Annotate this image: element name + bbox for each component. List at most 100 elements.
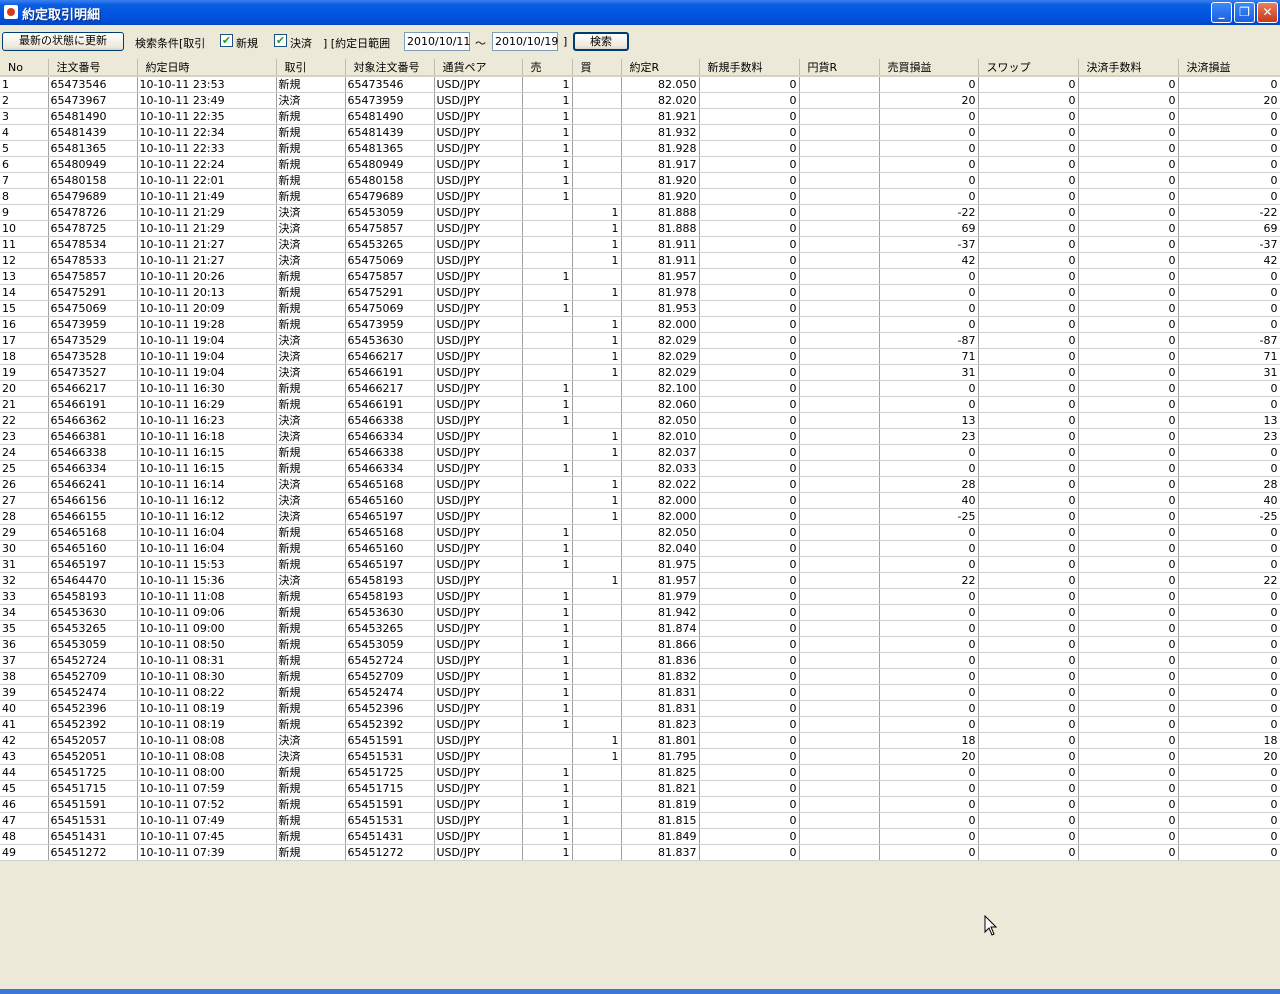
table-row[interactable]: 6 65480949 10-10-11 22:24 新規 65480949 USD/JPY…	[0, 156, 1280, 173]
column-header[interactable]: 売	[522, 59, 573, 77]
table-row[interactable]: 16 65473959 10-10-11 19:28 新規 65473959 USD/JP…	[0, 316, 1280, 333]
table-cell	[799, 252, 880, 269]
table-row[interactable]: 11 65478534 10-10-11 21:27 決済 65453265 USD/JP…	[0, 236, 1280, 253]
settle-checkbox[interactable]: ✔	[274, 34, 287, 47]
column-header[interactable]: 通貨ペア	[434, 59, 523, 77]
column-header[interactable]: 買	[572, 59, 622, 77]
new-checkbox[interactable]: ✔	[220, 34, 233, 47]
column-header[interactable]: 約定日時	[137, 59, 277, 77]
column-header[interactable]: 対象注文番号	[345, 59, 435, 77]
table-row[interactable]: 18 65473528 10-10-11 19:04 決済 65466217 USD/JP…	[0, 348, 1280, 365]
close-button[interactable]: ✕	[1257, 2, 1278, 23]
table-cell	[799, 812, 880, 829]
table-cell: 10-10-11 08:31	[137, 652, 277, 669]
table-row[interactable]: 5 65481365 10-10-11 22:33 新規 65481365 USD/JPY…	[0, 140, 1280, 157]
maximize-button[interactable]: ❐	[1234, 2, 1255, 23]
column-header[interactable]: 注文番号	[48, 59, 138, 77]
table-row[interactable]: 13 65475857 10-10-11 20:26 新規 65475857 USD/JP…	[0, 268, 1280, 285]
table-row[interactable]: 32 65464470 10-10-11 15:36 決済 65458193 USD/JP…	[0, 572, 1280, 589]
table-row[interactable]: 45 65451715 10-10-11 07:59 新規 65451715 USD/JP…	[0, 780, 1280, 797]
table-cell	[572, 812, 622, 829]
table-row[interactable]: 7 65480158 10-10-11 22:01 新規 65480158 USD/JPY…	[0, 172, 1280, 189]
table-cell: 0	[1078, 604, 1179, 621]
minimize-button[interactable]: _	[1211, 2, 1232, 23]
table-row[interactable]: 25 65466334 10-10-11 16:15 新規 65466334 USD/JP…	[0, 460, 1280, 477]
table-cell: 0	[978, 300, 1079, 317]
table-row[interactable]: 4 65481439 10-10-11 22:34 新規 65481439 USD/JPY…	[0, 124, 1280, 141]
table-cell: 82.010	[621, 428, 700, 445]
table-row[interactable]: 47 65451531 10-10-11 07:49 新規 65451531 USD/JP…	[0, 812, 1280, 829]
column-header[interactable]: スワップ	[978, 59, 1079, 77]
table-row[interactable]: 31 65465197 10-10-11 15:53 新規 65465197 USD/JP…	[0, 556, 1280, 573]
table-row[interactable]: 43 65452051 10-10-11 08:08 決済 65451531 USD/JP…	[0, 748, 1280, 765]
table-row[interactable]: 33 65458193 10-10-11 11:08 新規 65458193 USD/JP…	[0, 588, 1280, 605]
table-row[interactable]: 34 65453630 10-10-11 09:06 新規 65453630 USD/JP…	[0, 604, 1280, 621]
table-row[interactable]: 12 65478533 10-10-11 21:27 決済 65475069 USD/JP…	[0, 252, 1280, 269]
table-row[interactable]: 30 65465160 10-10-11 16:04 新規 65465160 USD/JP…	[0, 540, 1280, 557]
table-row[interactable]: 17 65473529 10-10-11 19:04 決済 65453630 USD/JP…	[0, 332, 1280, 349]
table-row[interactable]: 2 65473967 10-10-11 23:49 決済 65473959 USD/JPY…	[0, 92, 1280, 109]
title-bar[interactable]: 約定取引明細 _ ❐ ✕	[0, 0, 1280, 25]
table-cell: 10-10-11 22:35	[137, 108, 277, 125]
table-cell: 新規	[276, 604, 346, 621]
table-cell: 0	[699, 716, 800, 733]
table-row[interactable]: 46 65451591 10-10-11 07:52 新規 65451591 USD/JP…	[0, 796, 1280, 813]
column-header[interactable]: No	[0, 59, 49, 77]
table-cell	[522, 492, 573, 509]
app-icon[interactable]	[4, 5, 18, 19]
column-header[interactable]: 取引	[276, 59, 346, 77]
table-row[interactable]: 8 65479689 10-10-11 21:49 新規 65479689 USD/JPY…	[0, 188, 1280, 205]
table-cell: 65452709	[345, 668, 435, 685]
table-row[interactable]: 42 65452057 10-10-11 08:08 決済 65451591 USD/JP…	[0, 732, 1280, 749]
search-button[interactable]: 検索	[573, 32, 629, 51]
table-cell: USD/JPY	[434, 764, 523, 781]
column-header[interactable]: 売買損益	[879, 59, 979, 77]
table-row[interactable]: 22 65466362 10-10-11 16:23 決済 65466338 USD/JP…	[0, 412, 1280, 429]
table-row[interactable]: 19 65473527 10-10-11 19:04 決済 65466191 USD/JP…	[0, 364, 1280, 381]
column-header[interactable]: 決済手数料	[1078, 59, 1179, 77]
table-row[interactable]: 26 65466241 10-10-11 16:14 決済 65465168 USD/JP…	[0, 476, 1280, 493]
table-row[interactable]: 21 65466191 10-10-11 16:29 新規 65466191 USD/JP…	[0, 396, 1280, 413]
date-to-field[interactable]: 2010/10/19	[492, 32, 558, 51]
table-row[interactable]: 3 65481490 10-10-11 22:35 新規 65481490 USD/JPY…	[0, 108, 1280, 125]
table-row[interactable]: 10 65478725 10-10-11 21:29 決済 65475857 USD/JP…	[0, 220, 1280, 237]
table-cell: 23	[0, 428, 49, 445]
table-cell: 65451725	[345, 764, 435, 781]
table-cell	[572, 636, 622, 653]
column-header[interactable]: 決済損益	[1178, 59, 1280, 77]
table-row[interactable]: 44 65451725 10-10-11 08:00 新規 65451725 USD/JP…	[0, 764, 1280, 781]
date-from-field[interactable]: 2010/10/11	[404, 32, 470, 51]
table-row[interactable]: 27 65466156 10-10-11 16:12 決済 65465160 USD/JP…	[0, 492, 1280, 509]
table-cell: 0	[1178, 140, 1280, 157]
table-row[interactable]: 23 65466381 10-10-11 16:18 決済 65466334 USD/JP…	[0, 428, 1280, 445]
table-cell: -87	[1178, 332, 1280, 349]
table-cell: 0	[699, 348, 800, 365]
table-row[interactable]: 48 65451431 10-10-11 07:45 新規 65451431 USD/JP…	[0, 828, 1280, 845]
table-row[interactable]: 14 65475291 10-10-11 20:13 新規 65475291 USD/JP…	[0, 284, 1280, 301]
table-row[interactable]: 38 65452709 10-10-11 08:30 新規 65452709 USD/JP…	[0, 668, 1280, 685]
table-cell: 0	[699, 732, 800, 749]
table-row[interactable]: 9 65478726 10-10-11 21:29 決済 65453059 USD/JPY…	[0, 204, 1280, 221]
table-row[interactable]: 37 65452724 10-10-11 08:31 新規 65452724 USD/JP…	[0, 652, 1280, 669]
refresh-button[interactable]: 最新の状態に更新	[2, 32, 124, 51]
column-header[interactable]: 約定R	[621, 59, 700, 77]
table-cell: 65480949	[48, 156, 138, 173]
column-header[interactable]: 新規手数料	[699, 59, 800, 77]
table-row[interactable]: 39 65452474 10-10-11 08:22 新規 65452474 USD/JP…	[0, 684, 1280, 701]
table-cell: 0	[978, 636, 1079, 653]
table-row[interactable]: 41 65452392 10-10-11 08:19 新規 65452392 USD/JP…	[0, 716, 1280, 733]
table-row[interactable]: 29 65465168 10-10-11 16:04 新規 65465168 USD/JP…	[0, 524, 1280, 541]
table-row[interactable]: 28 65466155 10-10-11 16:12 決済 65465197 USD/JP…	[0, 508, 1280, 525]
trade-grid[interactable]: No 注文番号 約定日時 取引 対象注文番号 通貨ペア売買約定R 新規手数料 円貨R 売買損益ス…	[0, 59, 1280, 989]
table-cell: 65453059	[345, 204, 435, 221]
table-row[interactable]: 1 65473546 10-10-11 23:53 新規 65473546 USD/JPY…	[0, 76, 1280, 93]
table-cell: 65466381	[48, 428, 138, 445]
table-row[interactable]: 40 65452396 10-10-11 08:19 新規 65452396 USD/JP…	[0, 700, 1280, 717]
table-row[interactable]: 36 65453059 10-10-11 08:50 新規 65453059 USD/JP…	[0, 636, 1280, 653]
table-row[interactable]: 49 65451272 10-10-11 07:39 新規 65451272 USD/JP…	[0, 844, 1280, 861]
table-row[interactable]: 20 65466217 10-10-11 16:30 新規 65466217 USD/JP…	[0, 380, 1280, 397]
column-header[interactable]: 円貨R	[799, 59, 880, 77]
table-row[interactable]: 35 65453265 10-10-11 09:00 新規 65453265 USD/JP…	[0, 620, 1280, 637]
table-row[interactable]: 24 65466338 10-10-11 16:15 新規 65466338 USD/JP…	[0, 444, 1280, 461]
table-row[interactable]: 15 65475069 10-10-11 20:09 新規 65475069 USD/JP…	[0, 300, 1280, 317]
